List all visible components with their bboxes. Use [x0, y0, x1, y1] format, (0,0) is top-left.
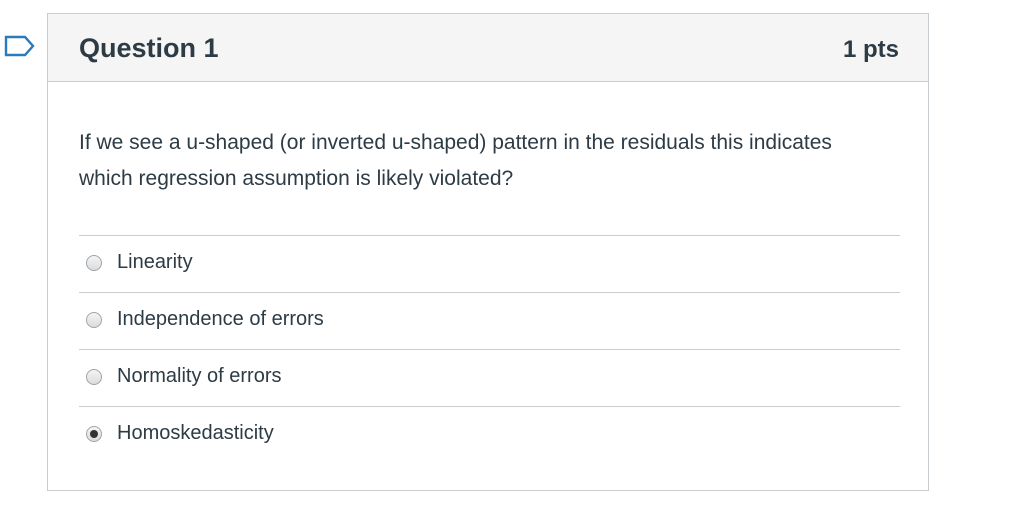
answer-list: Linearity Independence of errors Normali… — [79, 235, 900, 463]
radio-button[interactable] — [86, 369, 102, 385]
answer-option-linearity[interactable]: Linearity — [79, 235, 900, 292]
question-points: 1 pts — [842, 36, 899, 63]
question-text: If we see a u-shaped (or inverted u-shap… — [79, 131, 832, 190]
answer-option-normality-of-errors[interactable]: Normality of errors — [79, 349, 900, 406]
radio-button[interactable] — [86, 312, 102, 328]
bookmark-flag-icon[interactable] — [4, 34, 36, 58]
question-title: Question 1 — [79, 33, 219, 63]
answer-option-independence-of-errors[interactable]: Independence of errors — [79, 292, 900, 349]
question-card: Question 1 1 pts If we see a u-shaped (o… — [47, 13, 929, 491]
answer-label[interactable]: Linearity — [117, 249, 193, 275]
answer-option-homoskedasticity[interactable]: Homoskedasticity — [79, 406, 900, 463]
question-header: Question 1 1 pts — [48, 14, 928, 82]
answer-label[interactable]: Independence of errors — [117, 306, 324, 332]
answer-label[interactable]: Homoskedasticity — [117, 420, 274, 446]
radio-button[interactable] — [86, 255, 102, 271]
radio-button-selected[interactable] — [86, 426, 102, 442]
answer-label[interactable]: Normality of errors — [117, 363, 281, 389]
